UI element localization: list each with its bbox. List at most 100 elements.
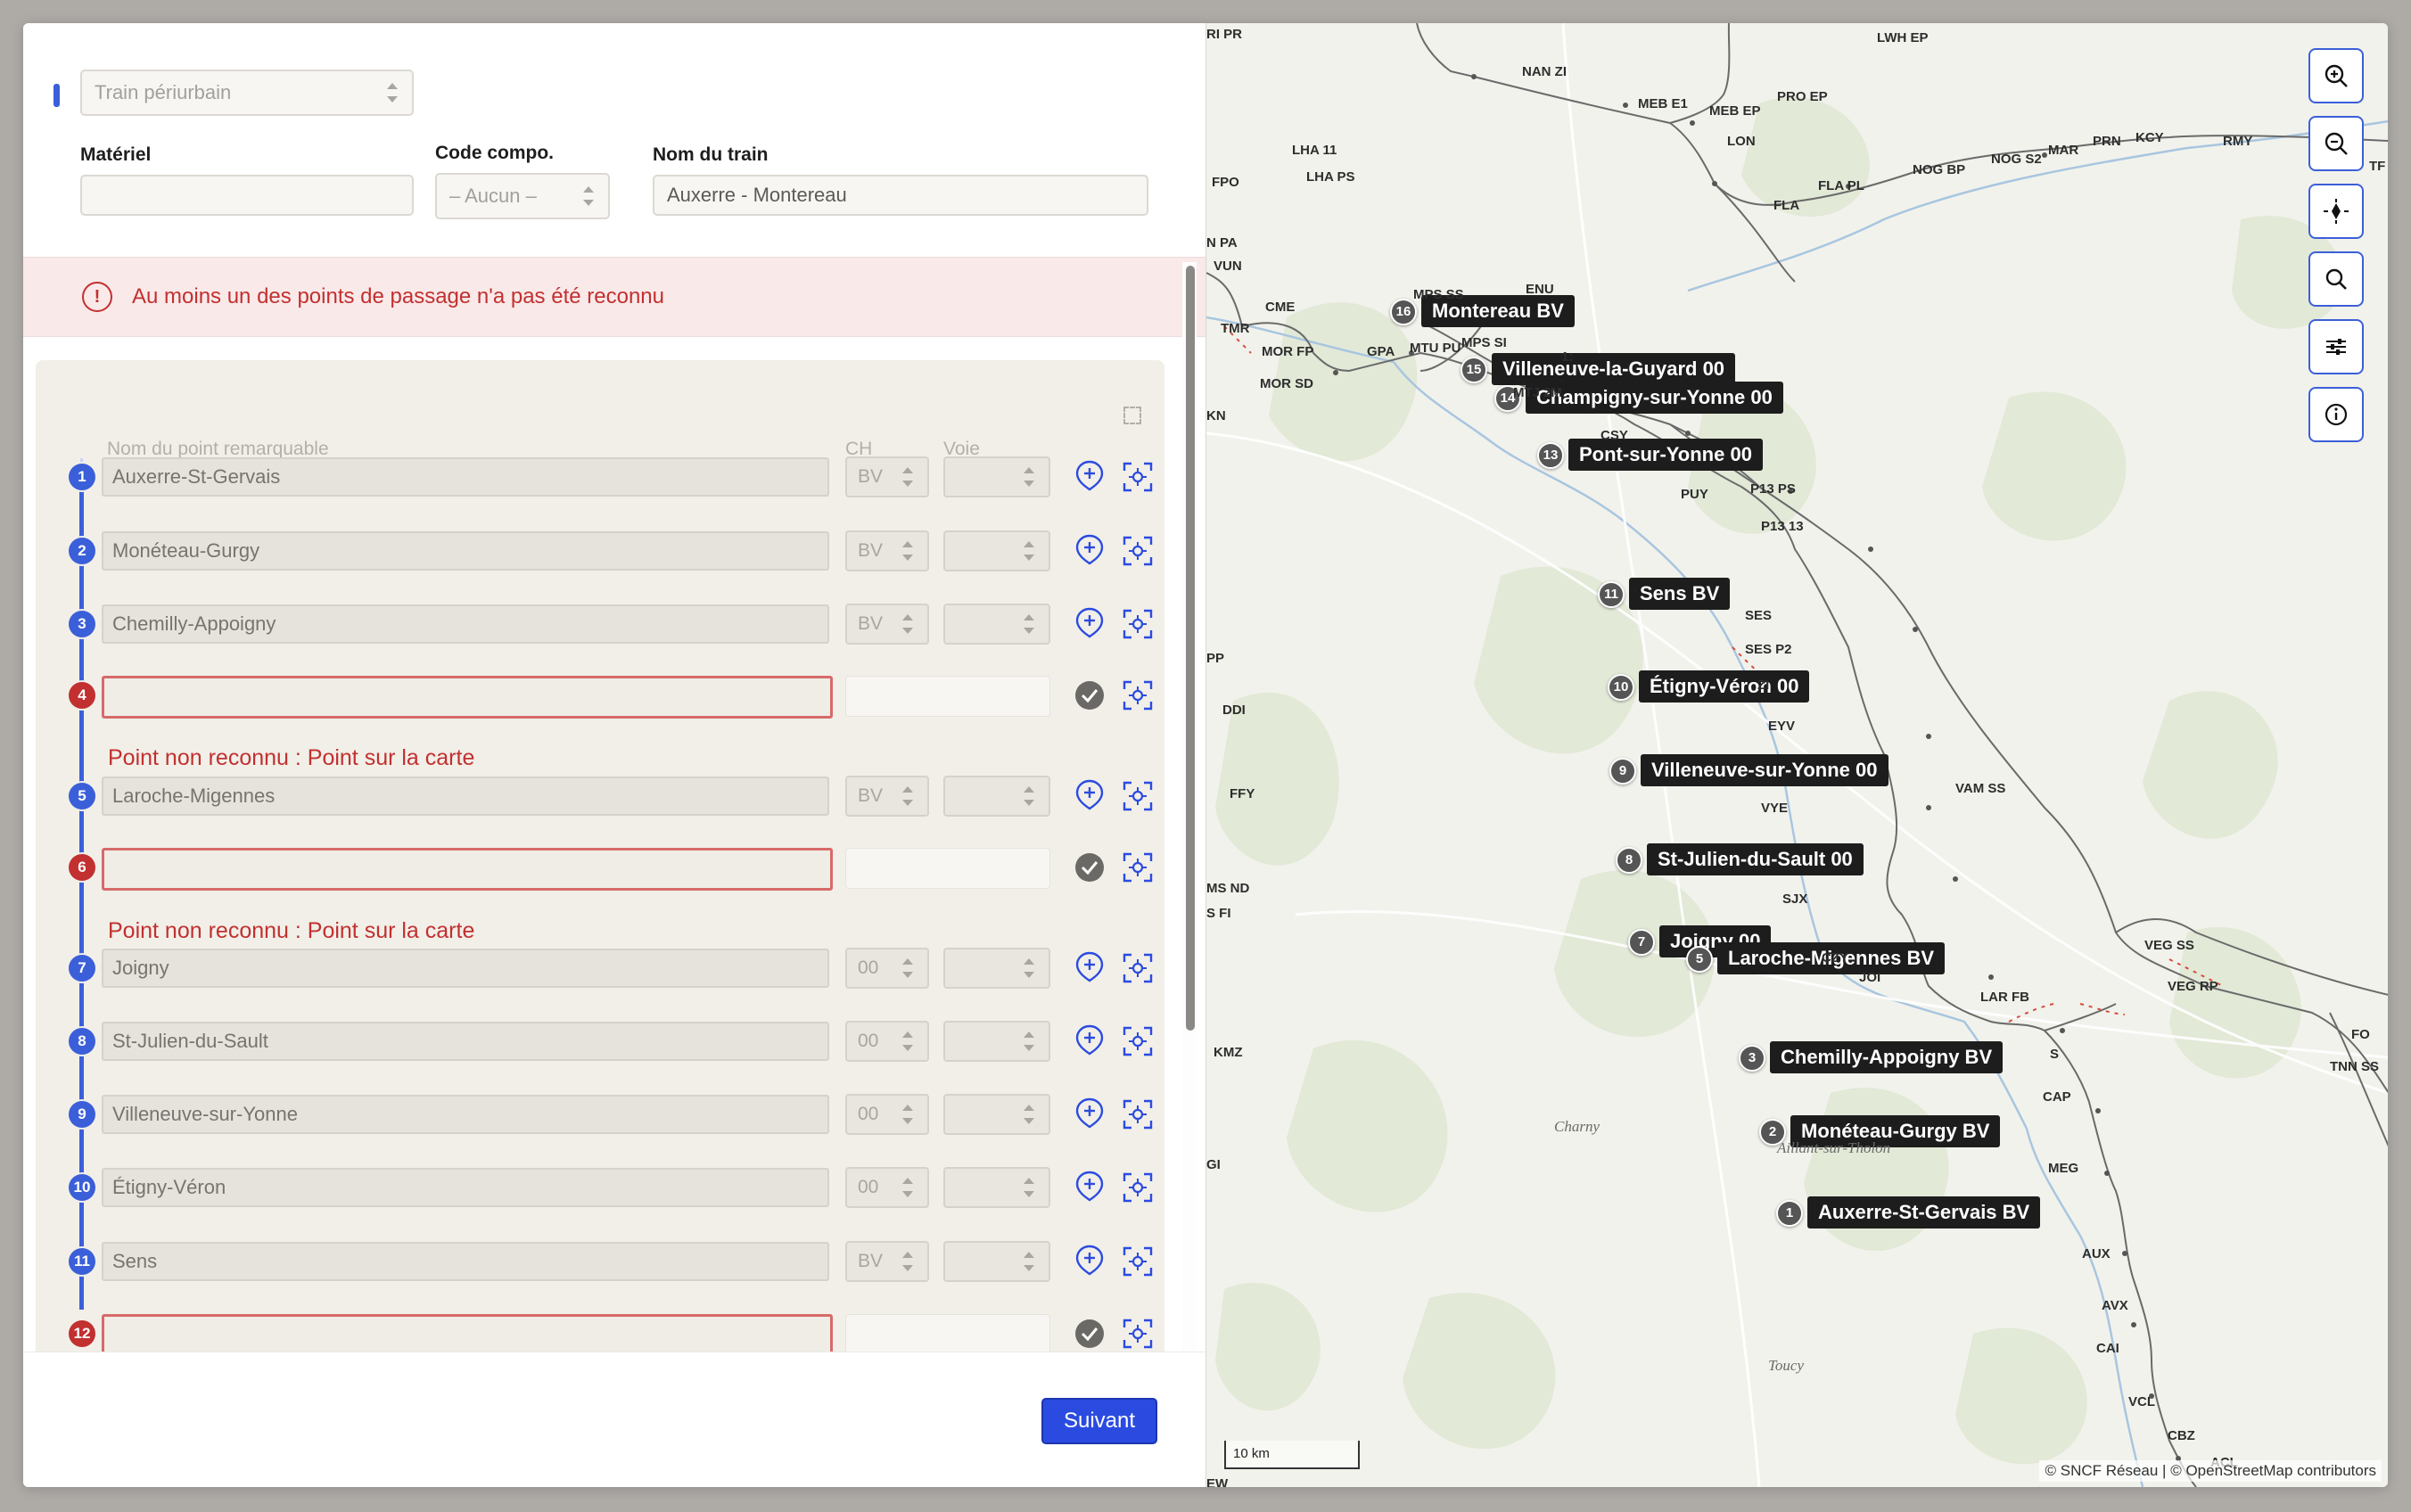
- ch-select[interactable]: 00: [845, 1167, 929, 1208]
- map-stop-badge[interactable]: 8: [1616, 847, 1642, 874]
- add-pin-icon[interactable]: [1074, 1244, 1106, 1276]
- info-button[interactable]: [2308, 387, 2364, 442]
- map-station-code: CAI: [2096, 1341, 2119, 1356]
- focus-target-icon[interactable]: [1122, 535, 1154, 567]
- add-pin-icon[interactable]: [1074, 1097, 1106, 1129]
- focus-target-icon[interactable]: [1122, 1025, 1154, 1057]
- materiel-input[interactable]: [80, 175, 414, 216]
- waypoint-name-input[interactable]: Auxerre-St-Gervais: [102, 457, 829, 497]
- add-pin-icon[interactable]: [1074, 950, 1106, 982]
- voie-select[interactable]: [943, 604, 1050, 645]
- check-circle-icon[interactable]: [1074, 1318, 1106, 1350]
- map-station-code: MPS SS: [1413, 287, 1464, 302]
- voie-select[interactable]: [943, 776, 1050, 817]
- waypoint-name-input[interactable]: Chemilly-Appoigny: [102, 604, 829, 644]
- map-station-code: GI: [1206, 1157, 1221, 1172]
- ch-select[interactable]: 00: [845, 948, 929, 989]
- map-stop-badge[interactable]: 16: [1390, 299, 1417, 325]
- focus-target-icon[interactable]: [1122, 780, 1154, 812]
- error-banner-text: Au moins un des points de passage n'a pa…: [132, 284, 664, 308]
- map-scale: 10 km: [1224, 1441, 1360, 1469]
- waypoint-name-input[interactable]: Monéteau-Gurgy: [102, 531, 829, 571]
- add-pin-icon[interactable]: [1074, 533, 1106, 565]
- map-stop-badge[interactable]: 13: [1537, 442, 1564, 469]
- focus-target-icon[interactable]: [1122, 1245, 1154, 1278]
- chevron-updown-icon: [902, 467, 913, 487]
- check-circle-icon[interactable]: [1074, 679, 1106, 711]
- add-pin-icon[interactable]: [1074, 459, 1106, 491]
- add-pin-icon[interactable]: [1074, 778, 1106, 810]
- waypoints-scroll-area[interactable]: Nom du point remarquable CH Voie 1 Auxerr…: [23, 337, 1206, 1376]
- waypoint-name-input[interactable]: [102, 848, 833, 891]
- map-station-code: P13 13: [1761, 519, 1804, 534]
- map-station-code: FLA PL: [1818, 178, 1864, 193]
- waypoint-name-input[interactable]: [102, 676, 833, 719]
- focus-target-icon[interactable]: [1122, 1098, 1154, 1130]
- map-station-code: AUX: [2082, 1246, 2111, 1261]
- focus-target-icon[interactable]: [1122, 461, 1154, 493]
- voie-select[interactable]: [943, 1021, 1050, 1062]
- waypoint-name-input[interactable]: Joigny: [102, 949, 829, 988]
- map-station-code: S: [2050, 1047, 2060, 1062]
- focus-target-icon[interactable]: [1122, 952, 1154, 984]
- waypoint-name-input[interactable]: Sens: [102, 1242, 829, 1281]
- expand-icon[interactable]: [1123, 407, 1141, 424]
- voie-select[interactable]: [943, 530, 1050, 571]
- check-circle-icon[interactable]: [1074, 851, 1106, 883]
- voie-select[interactable]: [943, 948, 1050, 989]
- scrollbar-thumb[interactable]: [1186, 266, 1195, 1031]
- add-pin-icon[interactable]: [1074, 606, 1106, 638]
- waypoint-name-input[interactable]: Villeneuve-sur-Yonne: [102, 1095, 829, 1134]
- locate-button[interactable]: [2308, 184, 2364, 239]
- waypoint-name-input[interactable]: Étigny-Véron: [102, 1168, 829, 1207]
- code-compo-select[interactable]: – Aucun –: [435, 173, 610, 219]
- next-button[interactable]: Suivant: [1041, 1398, 1157, 1444]
- map-stop-badge[interactable]: 1: [1776, 1200, 1803, 1227]
- voie-select[interactable]: [943, 1241, 1050, 1282]
- add-pin-icon[interactable]: [1074, 1023, 1106, 1056]
- voie-select[interactable]: [943, 1167, 1050, 1208]
- map-stop-badge[interactable]: 10: [1608, 674, 1634, 701]
- map-stop-badge[interactable]: 15: [1461, 357, 1487, 383]
- waypoint-name-input[interactable]: [102, 1314, 833, 1357]
- map-stop-badge[interactable]: 3: [1739, 1045, 1765, 1072]
- chevron-updown-icon: [902, 614, 913, 634]
- focus-target-icon[interactable]: [1122, 608, 1154, 640]
- ch-select[interactable]: BV: [845, 1241, 929, 1282]
- zoom-out-button[interactable]: [2308, 116, 2364, 171]
- map-view[interactable]: 16 Montereau BV 15 Villeneuve-la-Guyard 00 1…: [1206, 23, 2388, 1487]
- map-stop-badge[interactable]: 9: [1609, 758, 1636, 785]
- ch-select[interactable]: 00: [845, 1094, 929, 1135]
- zoom-in-button[interactable]: [2308, 48, 2364, 103]
- voie-select[interactable]: [943, 1094, 1050, 1135]
- map-station-code: FPO: [1212, 175, 1239, 190]
- add-pin-icon[interactable]: [1074, 1170, 1106, 1202]
- waypoint-error-message: Point non reconnu : Point sur la carte: [108, 745, 475, 770]
- voie-select[interactable]: [943, 456, 1050, 497]
- map-stop-badge[interactable]: 7: [1628, 929, 1655, 956]
- map-stop-badge[interactable]: 5: [1686, 946, 1713, 973]
- layers-settings-button[interactable]: [2308, 319, 2364, 374]
- ch-select[interactable]: BV: [845, 456, 929, 497]
- focus-target-icon[interactable]: [1122, 1318, 1154, 1350]
- ch-select[interactable]: BV: [845, 530, 929, 571]
- ch-select[interactable]: BV: [845, 604, 929, 645]
- chevron-updown-icon: [1024, 786, 1034, 806]
- map-station-code: RMY: [2223, 134, 2253, 149]
- drag-handle[interactable]: [53, 84, 60, 107]
- waypoint-name-input[interactable]: Laroche-Migennes: [102, 777, 829, 816]
- ch-value: BV: [858, 540, 884, 561]
- focus-target-icon[interactable]: [1122, 679, 1154, 711]
- focus-target-icon[interactable]: [1122, 1171, 1154, 1204]
- row-number-badge: 8: [69, 1028, 95, 1055]
- chevron-updown-icon: [1024, 1031, 1034, 1051]
- map-station-code: FO: [2351, 1027, 2370, 1042]
- ch-select[interactable]: 00: [845, 1021, 929, 1062]
- search-button[interactable]: [2308, 251, 2364, 307]
- nom-train-input[interactable]: Auxerre - Montereau: [653, 175, 1148, 216]
- map-stop-badge[interactable]: 11: [1598, 581, 1625, 608]
- ch-select[interactable]: BV: [845, 776, 929, 817]
- waypoint-name-input[interactable]: St-Julien-du-Sault: [102, 1022, 829, 1061]
- focus-target-icon[interactable]: [1122, 851, 1154, 883]
- train-type-select[interactable]: Train périurbain: [80, 70, 414, 116]
